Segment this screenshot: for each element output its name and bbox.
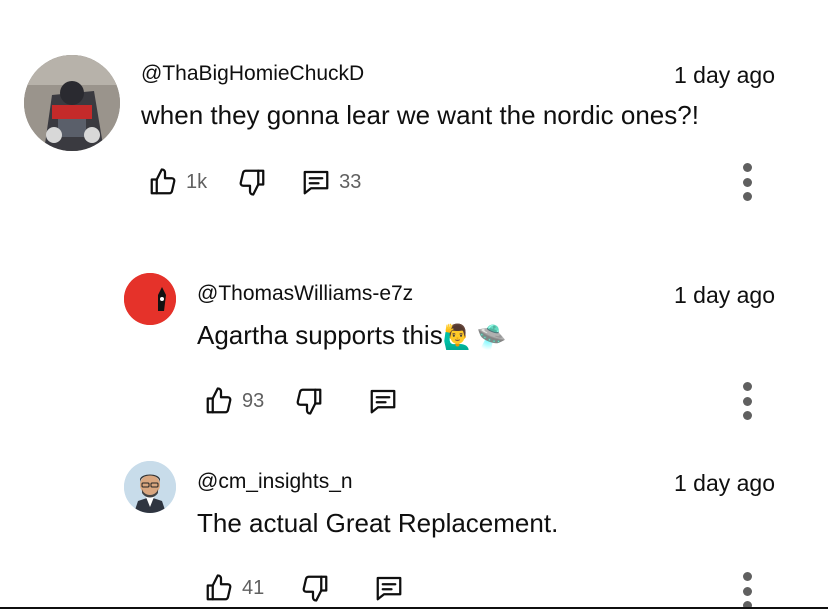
more-vert-icon[interactable] (740, 382, 754, 420)
comment-timestamp: 1 day ago (673, 470, 775, 496)
more-vert-icon[interactable] (740, 163, 754, 201)
flying-saucer-emoji: 🛸 (476, 323, 507, 351)
thumbs-down-icon (239, 169, 265, 196)
comment-text-line: Agartha supports this🙋‍♂️ 🛸 (197, 320, 506, 352)
reply-count: 33 (339, 170, 362, 193)
like-button[interactable]: 1k (148, 167, 207, 197)
thumbs-down-icon (302, 575, 328, 602)
thumbs-up-icon (150, 168, 176, 195)
like-count: 41 (242, 576, 265, 599)
comment-author[interactable]: @cm_insights_n (197, 470, 353, 494)
avatar[interactable] (24, 55, 120, 151)
comment-actions: 93 (204, 384, 398, 418)
like-count: 1k (186, 170, 208, 193)
comment-text: Agartha supports this (197, 320, 443, 350)
comment-icon (303, 170, 329, 195)
avatar[interactable] (124, 461, 176, 513)
comment-text: when they gonna lear we want the nordic … (141, 100, 699, 130)
reply-button[interactable] (374, 573, 404, 603)
like-button[interactable]: 41 (204, 573, 264, 603)
comment-author[interactable]: @ThomasWilliams-e7z (197, 282, 413, 306)
thumbs-up-icon (206, 387, 232, 414)
like-count: 93 (242, 389, 265, 412)
raising-hand-emoji: 🙋‍♂️ (442, 323, 473, 351)
comment-timestamp: 1 day ago (673, 282, 775, 308)
comment-text: The actual Great Replacement. (197, 508, 559, 538)
comment-timestamp: 1 day ago (673, 62, 775, 88)
comment-author[interactable]: @ThaBigHomieChuckD (141, 62, 364, 86)
thumbs-up-icon (206, 574, 232, 601)
avatar[interactable] (124, 273, 176, 325)
comment-icon (370, 389, 396, 414)
dislike-button[interactable] (300, 573, 330, 603)
more-vert-icon[interactable] (740, 572, 754, 609)
comment-icon (376, 576, 402, 601)
like-button[interactable]: 93 (204, 386, 264, 416)
dislike-button[interactable] (237, 167, 267, 197)
comment-actions: 1k 33 (148, 165, 361, 199)
dislike-button[interactable] (294, 386, 324, 416)
comment-actions: 41 (204, 571, 404, 605)
reply-button[interactable]: 33 (301, 167, 361, 197)
thumbs-down-icon (296, 388, 322, 415)
reply-button[interactable] (368, 386, 398, 416)
